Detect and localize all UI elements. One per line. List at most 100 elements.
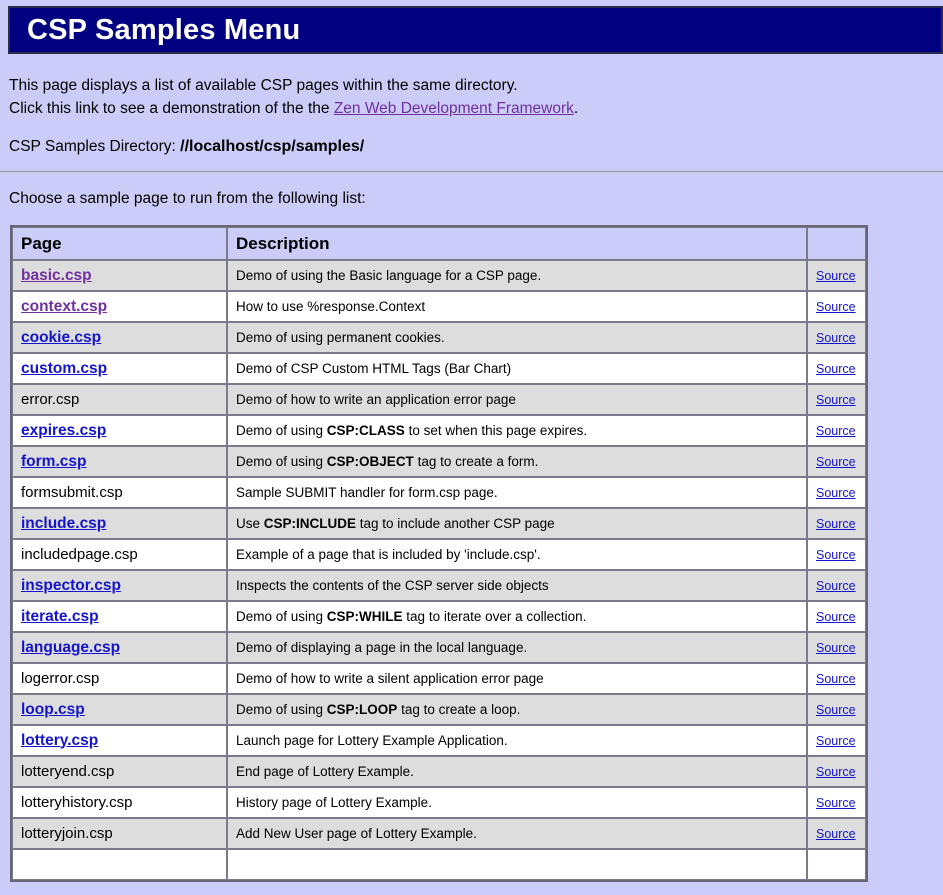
samples-directory-path: //localhost/csp/samples/ xyxy=(180,138,365,155)
cell-page-name[interactable]: basic.csp xyxy=(12,260,227,291)
samples-table-body: basic.csp Demo of using the Basic languag… xyxy=(12,260,866,880)
sample-page-link[interactable]: iterate.csp xyxy=(21,608,99,625)
source-link[interactable]: Source xyxy=(816,765,856,779)
source-link[interactable]: Source xyxy=(816,734,856,748)
cell-description: End page of Lottery Example. xyxy=(227,756,807,787)
cell-description: Launch page for Lottery Example Applicat… xyxy=(227,725,807,756)
cell-source[interactable]: Source xyxy=(807,756,866,787)
source-link[interactable]: Source xyxy=(816,331,856,345)
cell-source[interactable]: Source xyxy=(807,508,866,539)
sample-page-link[interactable]: language.csp xyxy=(21,639,120,656)
cell-source[interactable]: Source xyxy=(807,632,866,663)
source-link[interactable]: Source xyxy=(816,641,856,655)
cell-source[interactable]: Source xyxy=(807,818,866,849)
intro-line-2-suffix: . xyxy=(573,100,579,117)
sample-page-link[interactable]: basic.csp xyxy=(21,267,92,284)
cell-page-name xyxy=(12,849,227,880)
description-tag-name: CSP:OBJECT xyxy=(326,454,414,469)
cell-page-name: error.csp xyxy=(12,384,227,415)
description-tag-name: CSP:WHILE xyxy=(326,609,403,624)
cell-source[interactable]: Source xyxy=(807,694,866,725)
description-text: Launch page for Lottery Example Applicat… xyxy=(236,733,508,748)
source-link[interactable]: Source xyxy=(816,517,856,531)
description-text-post: tag to include another CSP page xyxy=(356,516,555,531)
sample-page-text: lotteryhistory.csp xyxy=(21,794,133,811)
sample-page-link[interactable]: custom.csp xyxy=(21,360,107,377)
sample-page-link[interactable]: lottery.csp xyxy=(21,732,98,749)
description-text-pre: Demo of using xyxy=(236,702,327,717)
cell-description: Sample SUBMIT handler for form.csp page. xyxy=(227,477,807,508)
cell-source[interactable]: Source xyxy=(807,570,866,601)
sample-page-link[interactable]: expires.csp xyxy=(21,422,106,439)
description-text-pre: Demo of using xyxy=(236,454,327,469)
source-link[interactable]: Source xyxy=(816,610,856,624)
sample-page-link[interactable]: loop.csp xyxy=(21,701,85,718)
source-link[interactable]: Source xyxy=(816,362,856,376)
description-text-post: tag to create a loop. xyxy=(397,702,521,717)
cell-source[interactable]: Source xyxy=(807,353,866,384)
column-header-description: Description xyxy=(227,227,807,260)
cell-page-name[interactable]: cookie.csp xyxy=(12,322,227,353)
cell-page-name[interactable]: loop.csp xyxy=(12,694,227,725)
cell-source[interactable]: Source xyxy=(807,539,866,570)
sample-page-link[interactable]: cookie.csp xyxy=(21,329,101,346)
cell-page-name[interactable]: include.csp xyxy=(12,508,227,539)
cell-source[interactable]: Source xyxy=(807,415,866,446)
cell-source[interactable]: Source xyxy=(807,601,866,632)
source-link[interactable]: Source xyxy=(816,579,856,593)
description-text: Demo of how to write an application erro… xyxy=(236,392,516,407)
page-title: CSP Samples Menu xyxy=(27,13,301,46)
description-text: Demo of CSP Custom HTML Tags (Bar Chart) xyxy=(236,361,512,376)
cell-source[interactable]: Source xyxy=(807,725,866,756)
sample-page-link[interactable]: inspector.csp xyxy=(21,577,121,594)
cell-description: Use CSP:INCLUDE tag to include another C… xyxy=(227,508,807,539)
cell-page-name[interactable]: context.csp xyxy=(12,291,227,322)
source-link[interactable]: Source xyxy=(816,827,856,841)
cell-page-name[interactable]: expires.csp xyxy=(12,415,227,446)
sample-page-text: lotteryjoin.csp xyxy=(21,825,113,842)
sample-page-link[interactable]: form.csp xyxy=(21,453,86,470)
cell-source[interactable]: Source xyxy=(807,384,866,415)
description-text: How to use %response.Context xyxy=(236,299,426,314)
samples-directory-label: CSP Samples Directory: xyxy=(9,138,181,155)
cell-description: Add New User page of Lottery Example. xyxy=(227,818,807,849)
sample-page-text: lotteryend.csp xyxy=(21,763,115,780)
cell-source[interactable]: Source xyxy=(807,260,866,291)
sample-page-text: formsubmit.csp xyxy=(21,484,123,501)
cell-page-name: formsubmit.csp xyxy=(12,477,227,508)
table-row: language.csp Demo of displaying a page in… xyxy=(12,632,866,663)
source-link[interactable]: Source xyxy=(816,672,856,686)
cell-source[interactable]: Source xyxy=(807,291,866,322)
description-text: Add New User page of Lottery Example. xyxy=(236,826,477,841)
source-link[interactable]: Source xyxy=(816,300,856,314)
intro-line-2-prefix: Click this link to see a demonstration o… xyxy=(9,100,334,117)
table-row: formsubmit.csp Sample SUBMIT handler for … xyxy=(12,477,866,508)
source-link[interactable]: Source xyxy=(816,703,856,717)
cell-page-name[interactable]: iterate.csp xyxy=(12,601,227,632)
cell-source[interactable]: Source xyxy=(807,663,866,694)
cell-source[interactable]: Source xyxy=(807,787,866,818)
source-link[interactable]: Source xyxy=(816,393,856,407)
cell-page-name[interactable]: custom.csp xyxy=(12,353,227,384)
sample-page-link[interactable]: include.csp xyxy=(21,515,106,532)
sample-page-link[interactable]: context.csp xyxy=(21,298,107,315)
title-banner: CSP Samples Menu xyxy=(8,6,943,54)
cell-page-name: lotteryjoin.csp xyxy=(12,818,227,849)
cell-description: Inspects the contents of the CSP server … xyxy=(227,570,807,601)
cell-page-name[interactable]: inspector.csp xyxy=(12,570,227,601)
table-row: lotteryjoin.csp Add New User page of Lott… xyxy=(12,818,866,849)
zen-framework-link[interactable]: Zen Web Development Framework xyxy=(334,100,574,117)
cell-source[interactable]: Source xyxy=(807,322,866,353)
source-link[interactable]: Source xyxy=(816,548,856,562)
cell-source[interactable]: Source xyxy=(807,477,866,508)
cell-page-name[interactable]: form.csp xyxy=(12,446,227,477)
source-link[interactable]: Source xyxy=(816,269,856,283)
cell-page-name[interactable]: language.csp xyxy=(12,632,227,663)
source-link[interactable]: Source xyxy=(816,486,856,500)
source-link[interactable]: Source xyxy=(816,796,856,810)
intro-text-block: This page displays a list of available C… xyxy=(0,54,943,120)
cell-page-name[interactable]: lottery.csp xyxy=(12,725,227,756)
source-link[interactable]: Source xyxy=(816,424,856,438)
source-link[interactable]: Source xyxy=(816,455,856,469)
cell-source[interactable]: Source xyxy=(807,446,866,477)
